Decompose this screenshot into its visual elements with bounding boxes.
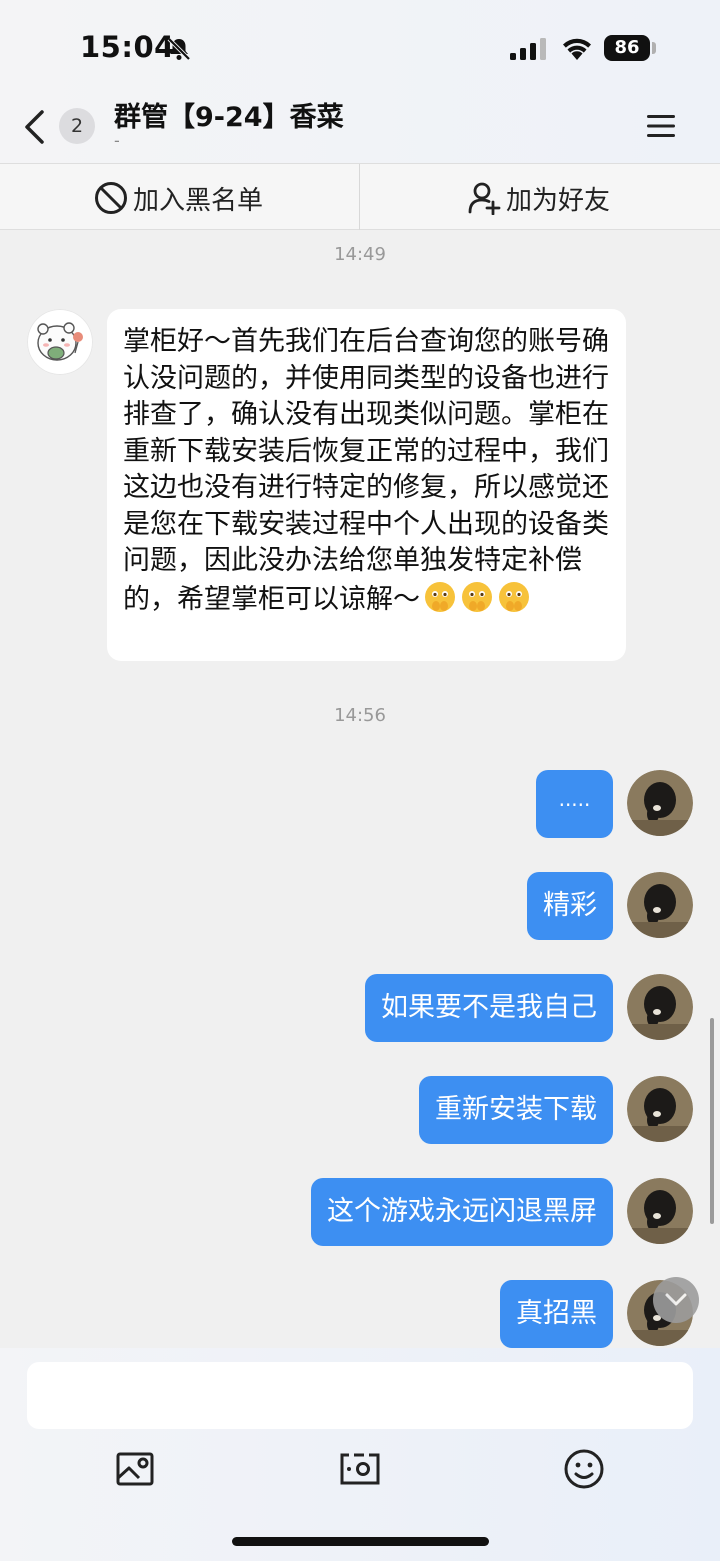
image-icon[interactable] <box>115 1448 157 1490</box>
add-friend-button[interactable]: 加为好友 <box>361 164 720 230</box>
chevron-down-icon <box>665 1293 687 1306</box>
outgoing-message-bubble[interactable]: 重新安装下载 <box>419 1076 613 1144</box>
action-divider <box>359 164 360 230</box>
outgoing-message-bubble[interactable]: ····· <box>536 770 613 838</box>
outgoing-message-bubble[interactable]: 这个游戏永远闪退黑屏 <box>311 1178 613 1246</box>
scrollbar[interactable] <box>710 1018 714 1224</box>
outgoing-message-text: 重新安装下载 <box>435 1094 597 1125</box>
incoming-message-bubble[interactable]: 掌柜好～首先我们在后台查询您的账号确认没问题的，并使用同类型的设备也进行排查了，… <box>107 309 626 661</box>
chat-title: 群管【9-24】香菜 <box>114 102 344 133</box>
outgoing-message-bubble[interactable]: 精彩 <box>527 872 613 940</box>
outgoing-message-text: 真招黑 <box>516 1298 597 1329</box>
status-bar: 15:04 86 <box>0 0 720 95</box>
outgoing-message-text: ····· <box>558 793 591 817</box>
pleading-emoji-icon <box>425 581 455 612</box>
message-input[interactable] <box>27 1362 693 1429</box>
dog-photo-avatar <box>627 872 693 938</box>
outgoing-message-bubble[interactable]: 如果要不是我自己 <box>365 974 613 1042</box>
message-timestamp: 14:56 <box>334 705 386 726</box>
status-time: 15:04 <box>80 30 175 64</box>
outgoing-message-text: 精彩 <box>543 890 597 921</box>
block-icon <box>95 182 127 214</box>
incoming-message-text: 掌柜好～首先我们在后台查询您的账号确认没问题的，并使用同类型的设备也进行排查了，… <box>123 326 609 615</box>
self-avatar[interactable] <box>627 770 693 836</box>
pleading-emoji-icon <box>499 581 529 612</box>
menu-icon[interactable] <box>646 113 676 139</box>
outgoing-message-text: 如果要不是我自己 <box>381 992 597 1023</box>
dog-photo-avatar <box>627 1076 693 1142</box>
scroll-to-bottom-button[interactable] <box>653 1277 699 1323</box>
add-friend-label: 加为好友 <box>506 186 611 216</box>
battery-tip <box>652 42 656 54</box>
message-timestamp: 14:49 <box>334 244 386 265</box>
message-composer <box>0 1348 720 1561</box>
add-to-blacklist-label: 加入黑名单 <box>133 186 264 216</box>
home-indicator[interactable] <box>232 1537 489 1546</box>
self-avatar[interactable] <box>627 1076 693 1142</box>
dog-photo-avatar <box>627 974 693 1040</box>
dog-photo-avatar <box>627 770 693 836</box>
add-user-icon <box>468 182 501 215</box>
signal-icon <box>510 38 546 60</box>
back-chevron-icon[interactable] <box>22 109 48 145</box>
pleading-emoji-icon <box>462 581 492 612</box>
chat-header: 2 群管【9-24】香菜 - <box>0 95 720 163</box>
outgoing-message-bubble[interactable]: 真招黑 <box>500 1280 613 1348</box>
wifi-icon <box>563 38 591 60</box>
chat-subtitle: - <box>114 131 120 150</box>
camera-icon[interactable] <box>339 1448 381 1490</box>
emoji-icon[interactable] <box>563 1448 605 1490</box>
bell-muted-icon <box>167 37 191 61</box>
self-avatar[interactable] <box>627 974 693 1040</box>
battery-indicator: 86 <box>604 35 650 61</box>
self-avatar[interactable] <box>627 1178 693 1244</box>
bear-avatar-icon <box>27 309 93 375</box>
add-to-blacklist-button[interactable]: 加入黑名单 <box>0 164 359 230</box>
dog-photo-avatar <box>627 1178 693 1244</box>
self-avatar[interactable] <box>627 872 693 938</box>
sender-avatar[interactable] <box>27 309 93 375</box>
contact-action-bar: 加入黑名单 加为好友 <box>0 163 720 230</box>
unread-count-badge[interactable]: 2 <box>59 108 95 144</box>
outgoing-message-text: 这个游戏永远闪退黑屏 <box>327 1196 597 1227</box>
